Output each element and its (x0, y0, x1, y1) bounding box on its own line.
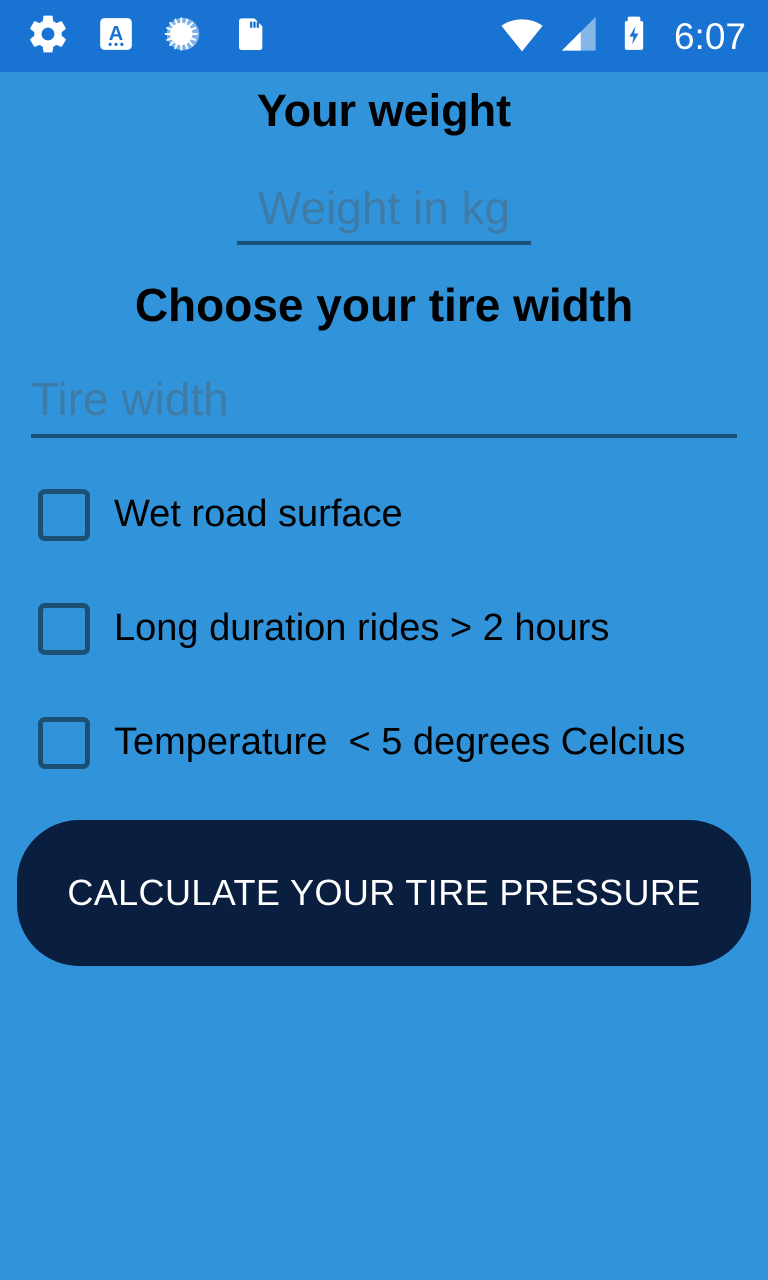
sync-spinner-icon (162, 13, 204, 60)
weight-input-placeholder: Weight in kg (257, 182, 511, 235)
checkbox-icon-temperature[interactable] (38, 717, 90, 770)
wifi-icon (500, 12, 544, 61)
checkbox-row-wet-road[interactable]: Wet road surface (38, 486, 768, 544)
tire-width-input-container: Tire width (0, 373, 768, 439)
checkbox-label-long-duration: Long duration rides > 2 hours (114, 607, 610, 650)
weight-heading: Your weight (256, 85, 512, 136)
battery-charging-icon (614, 14, 654, 59)
submit-button-container: CALCULATE YOUR TIRE PRESSURE (0, 820, 768, 967)
cellular-signal-icon (558, 13, 600, 60)
calculate-tire-pressure-button[interactable]: CALCULATE YOUR TIRE PRESSURE (17, 820, 751, 967)
keyboard-language-icon: A (96, 14, 136, 59)
tire-width-input-placeholder: Tire width (31, 373, 229, 426)
checkbox-row-temperature[interactable]: Temperature < 5 degrees Celcius (38, 714, 768, 772)
calculate-tire-pressure-button-label: CALCULATE YOUR TIRE PRESSURE (67, 872, 701, 914)
checkbox-label-temperature: Temperature < 5 degrees Celcius (114, 721, 686, 764)
status-bar-left-icons: A (26, 12, 270, 61)
svg-text:A: A (109, 22, 123, 44)
status-bar: A 6:07 (0, 0, 768, 72)
status-bar-clock: 6:07 (673, 15, 746, 57)
checkbox-icon-long-duration[interactable] (38, 603, 90, 656)
checkbox-label-wet-road: Wet road surface (114, 493, 403, 536)
weight-input-container: Weight in kg (0, 182, 768, 246)
weight-input[interactable]: Weight in kg (237, 182, 531, 246)
tire-width-input[interactable]: Tire width (31, 373, 737, 439)
sd-card-icon (230, 14, 270, 59)
tire-width-heading: Choose your tire width (134, 279, 634, 332)
settings-gear-icon (26, 12, 70, 61)
tire-pressure-form: Your weight Weight in kg Choose your tir… (0, 72, 768, 1280)
checkbox-icon-wet-road[interactable] (38, 489, 90, 542)
condition-checkbox-list: Wet road surface Long duration rides > 2… (0, 486, 768, 772)
checkbox-row-long-duration[interactable]: Long duration rides > 2 hours (38, 600, 768, 658)
status-bar-right-icons: 6:07 (500, 12, 746, 61)
